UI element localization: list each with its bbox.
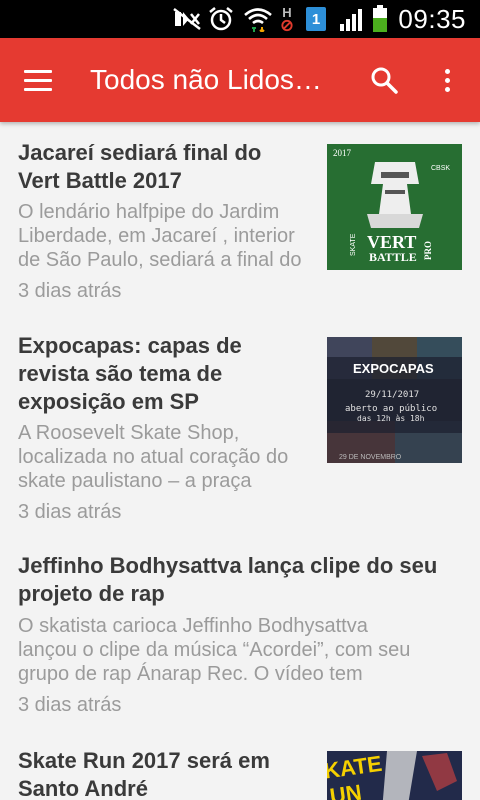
article-title-line: projeto de rap [18,581,165,606]
article-title-line: revista são tema de [18,361,223,386]
article-item[interactable]: Jacareí sediará final do Vert Battle 201… [0,122,480,332]
network-h-icon: H [276,6,298,32]
article-thumbnail[interactable]: 2017 CBSK VERT BATTLE SKATE PRO [327,144,462,270]
sim-icon: 1 [305,6,327,32]
status-bar: H 1 09:35 [0,0,480,38]
article-snippet-line: skate paulistano – a praça [18,470,252,492]
article-snippet-line: de São Paulo, sediará a final do [18,249,302,271]
thumb-side-right: PRO [423,241,433,260]
hamburger-menu-icon[interactable] [16,58,60,102]
mute-icon [170,6,204,32]
search-icon[interactable] [362,58,406,102]
status-time: 09:35 [398,4,466,34]
article-item[interactable]: Jeffinho Bodhysattva lança clipe do seu … [0,552,480,742]
article-snippet-line: O skatista carioca Jeffinho Bodhysattva [18,615,368,637]
article-snippet: O lendário halfpipe do Jardim Liberdade,… [18,200,302,272]
thumb-text-2: UN [328,780,363,800]
article-snippet-line: localizada no atual coração do [18,446,289,468]
article-timestamp: 3 dias atrás [18,280,122,302]
page-title[interactable]: Todos não Lidos… [90,62,340,98]
article-snippet-line: A Roosevelt Skate Shop, [18,422,240,444]
battery-icon [370,5,390,32]
article-timestamp: 3 dias atrás [18,501,122,523]
sim-label: 1 [311,10,321,28]
article-title[interactable]: Skate Run 2017 será em Santo André [18,747,270,800]
article-thumbnail[interactable]: EXPOCAPAS 29/11/2017 aberto ao público d… [327,337,462,463]
article-item[interactable]: Skate Run 2017 será em Santo André KATE … [0,742,480,800]
article-snippet: O skatista carioca Jeffinho Bodhysattva … [18,614,410,686]
thumb-line2: das 12h às 18h [357,414,425,423]
article-snippet-line: Liberdade, em Jacareí , interior [18,225,295,247]
article-title-line: Jacareí sediará final do [18,140,262,165]
article-title-line: exposição em SP [18,389,199,414]
network-h-label: H [282,5,292,20]
thumb-side-left: SKATE [350,233,357,256]
article-title-line: Skate Run 2017 será em [18,748,270,773]
wifi-icon [242,6,274,32]
thumb-corner: CBSK [431,165,450,172]
article-item[interactable]: Expocapas: capas de revista são tema de … [0,332,480,552]
thumb-year: 2017 [333,148,352,158]
article-list: Jacareí sediará final do Vert Battle 201… [0,122,480,800]
article-title[interactable]: Jeffinho Bodhysattva lança clipe do seu … [18,552,437,608]
article-title-line: Expocapas: capas de [18,333,242,358]
thumb-headline: EXPOCAPAS [353,361,434,376]
article-title-line: Santo André [18,776,148,800]
article-title-line: Jeffinho Bodhysattva lança clipe do seu [18,553,438,578]
article-snippet: A Roosevelt Skate Shop, localizada no at… [18,421,288,493]
article-title-line: Vert Battle 2017 [18,168,182,193]
article-title[interactable]: Jacareí sediará final do Vert Battle 201… [18,139,261,195]
alarm-icon [206,6,236,32]
thumb-line2: BATTLE [369,250,417,264]
app-bar: Todos não Lidos… [0,38,480,122]
article-snippet-line: O lendário halfpipe do Jardim [18,201,280,223]
article-thumbnail[interactable]: KATE UN [327,751,462,800]
article-title[interactable]: Expocapas: capas de revista são tema de … [18,332,242,416]
signal-icon [338,6,366,32]
article-snippet-line: lançou o clipe da música “Acordei”, com … [18,639,411,661]
thumb-footer: 29 DE NOVEMBRO [339,454,402,461]
more-vert-icon[interactable] [425,58,469,102]
thumb-line1: aberto ao público [345,404,437,414]
thumb-date: 29/11/2017 [365,390,419,400]
thumb-line1: VERT [367,232,416,252]
article-timestamp: 3 dias atrás [18,694,122,716]
article-snippet-line: grupo de rap Ánarap Rec. O vídeo tem [18,663,363,685]
